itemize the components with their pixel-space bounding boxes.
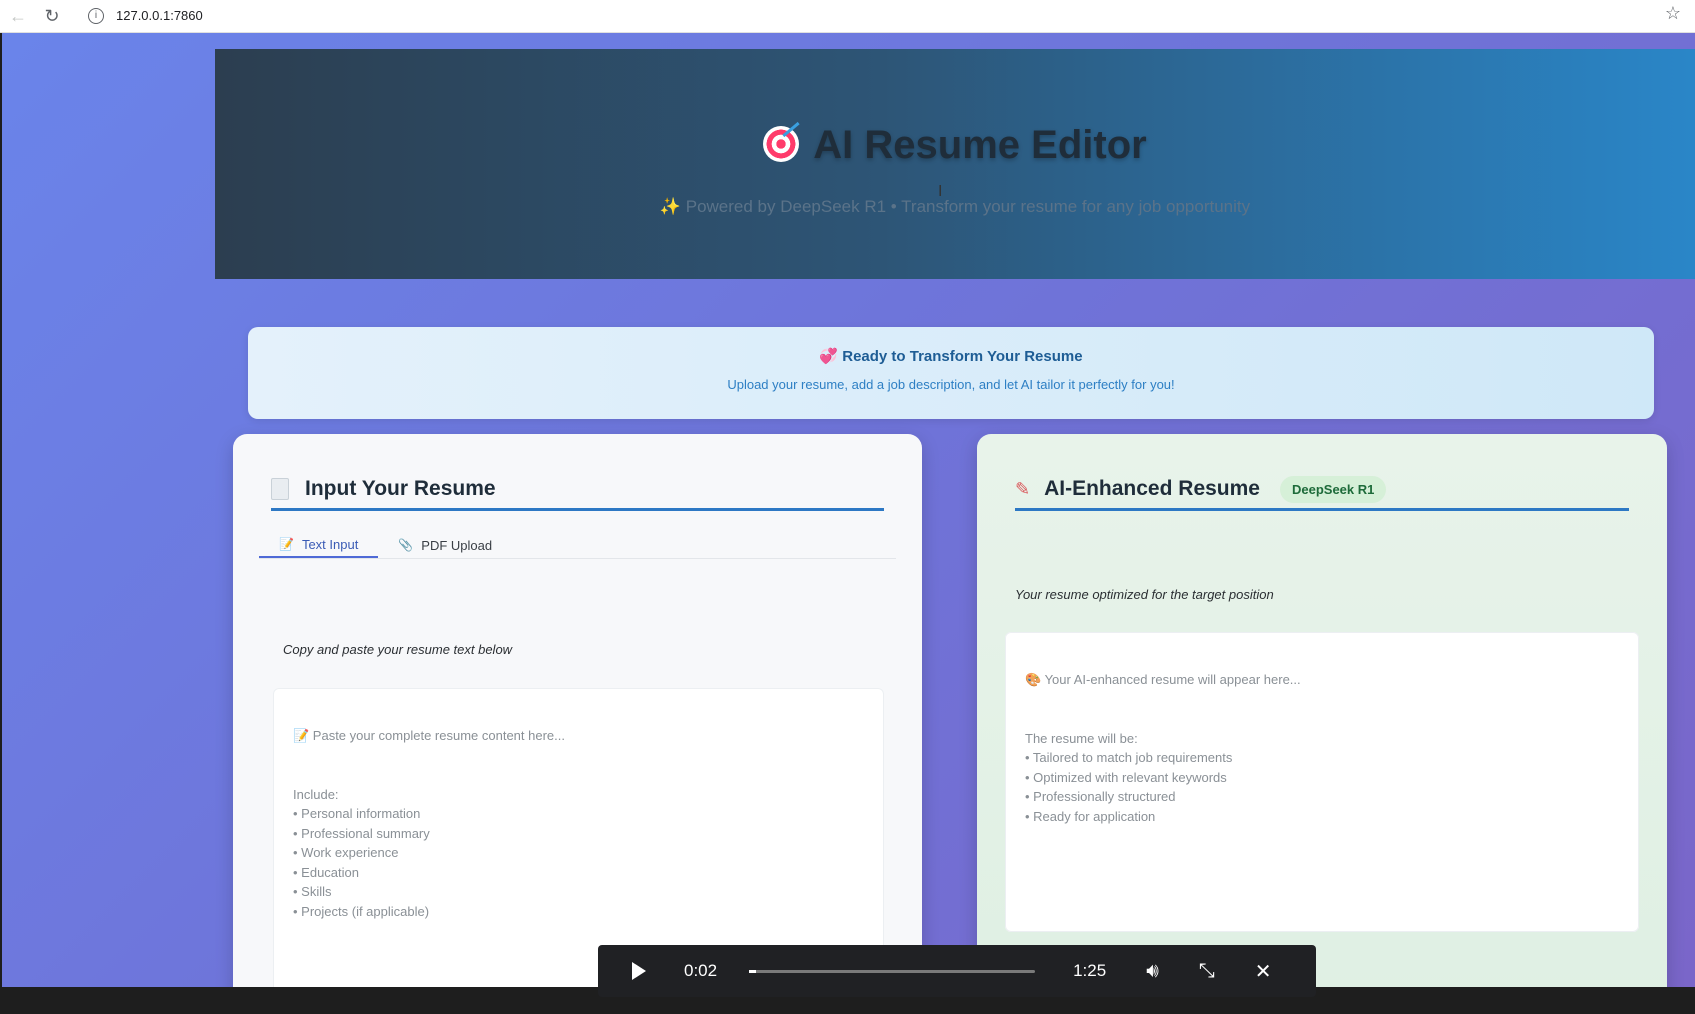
page-title: AI Resume Editor — [215, 123, 1695, 168]
browser-toolbar: ← ↻ i 127.0.0.1:7860 ☆ — [0, 0, 1695, 33]
seek-bar[interactable] — [749, 969, 1036, 973]
output-placeholder-first: 🎨 Your AI-enhanced resume will appear he… — [1025, 671, 1301, 687]
banner-text: Upload your resume, add a job descriptio… — [727, 377, 1175, 392]
input-tabs: 📝 Text Input 📎 PDF Upload — [259, 532, 896, 559]
target-icon — [763, 126, 800, 162]
info-banner: 💞 Ready to Transform Your Resume Upload … — [248, 327, 1654, 419]
page-subtitle: ✨ Powered by DeepSeek R1 • Transform you… — [659, 197, 1251, 216]
video-controls: 0:02 1:25 🔊︎ ⤡ ✕ — [598, 945, 1316, 997]
banner-title: 💞 Ready to Transform Your Resume — [819, 348, 1083, 365]
output-card-header: ✎ AI-Enhanced Resume DeepSeek R1 — [1015, 470, 1629, 511]
paperclip-icon: 📎 — [398, 538, 414, 552]
input-card-header: Input Your Resume — [271, 470, 884, 511]
tab-label: Text Input — [301, 536, 359, 552]
close-icon[interactable]: ✕ — [1255, 959, 1272, 984]
hero-header: AI Resume Editor ✨ Powered by DeepSeek R… — [215, 49, 1695, 279]
exit-fullscreen-icon[interactable]: ⤡ — [1199, 960, 1215, 983]
pencil-icon: 📝 — [279, 537, 294, 551]
star-icon[interactable]: ☆ — [1665, 3, 1681, 24]
input-hint: Copy and paste your resume text below — [283, 642, 513, 657]
output-hint: Your resume optimized for the target pos… — [1015, 587, 1274, 602]
model-badge: DeepSeek R1 — [1279, 475, 1387, 503]
ai-resume-card: ✎ AI-Enhanced Resume DeepSeek R1 Your re… — [977, 434, 1667, 1014]
site-info-icon[interactable]: i — [88, 7, 104, 24]
enhanced-resume-output[interactable]: 🎨 Your AI-enhanced resume will appear he… — [1005, 632, 1639, 932]
tab-text-input[interactable]: 📝 Text Input — [259, 532, 379, 558]
tab-pdf-upload[interactable]: 📎 PDF Upload — [378, 532, 512, 558]
back-arrow-icon[interactable]: ← — [6, 4, 30, 28]
output-card-title: AI-Enhanced Resume — [1044, 477, 1260, 500]
reload-icon[interactable]: ↻ — [40, 4, 64, 28]
volume-icon[interactable]: 🔊︎ — [1146, 960, 1159, 983]
seek-progress — [749, 969, 756, 973]
address-bar[interactable]: i 127.0.0.1:7860 — [78, 2, 1678, 29]
document-icon — [271, 478, 289, 500]
duration: 1:25 — [1073, 961, 1107, 980]
url-text[interactable]: 127.0.0.1:7860 — [116, 8, 203, 23]
current-time: 0:02 — [684, 961, 718, 980]
play-icon[interactable] — [632, 962, 646, 980]
input-resume-card: Input Your Resume 📝 Text Input 📎 PDF Upl… — [233, 434, 922, 1014]
edit-icon: ✎ — [1015, 478, 1031, 499]
tab-label: PDF Upload — [421, 537, 493, 553]
text-cursor-icon: I — [938, 183, 943, 200]
output-placeholder-body: The resume will be: • Tailored to match … — [1025, 730, 1233, 824]
input-card-title: Input Your Resume — [305, 477, 496, 500]
input-placeholder-first: 📝 Paste your complete resume content her… — [293, 727, 565, 743]
input-placeholder-body: Include: • Personal information • Profes… — [293, 786, 430, 919]
